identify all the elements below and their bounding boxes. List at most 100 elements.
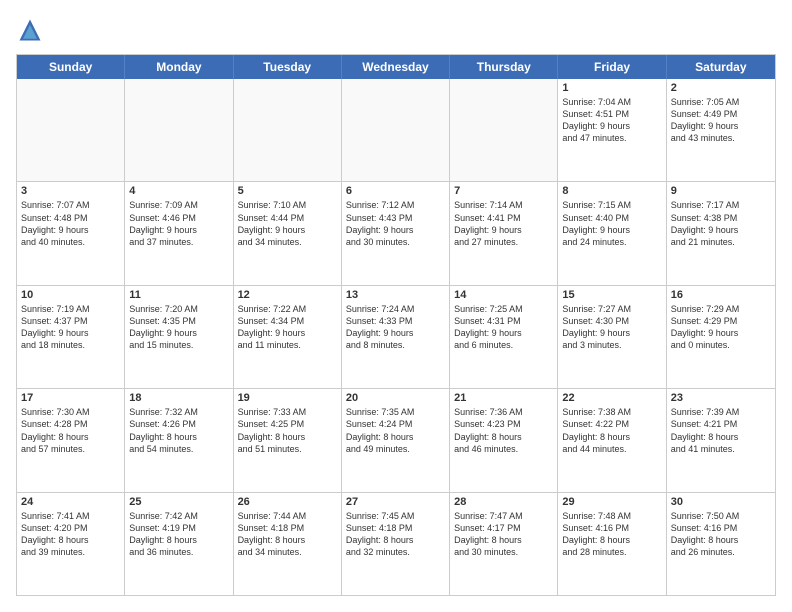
day-cell-13: 13 Sunrise: 7:24 AM Sunset: 4:33 PM Dayli… — [342, 286, 450, 388]
day-details: Sunrise: 7:10 AM Sunset: 4:44 PM Dayligh… — [238, 199, 337, 248]
empty-cell — [234, 79, 342, 181]
day-number: 7 — [454, 185, 553, 197]
day-cell-6: 6Sunrise: 7:12 AM Sunset: 4:43 PM Daylig… — [342, 182, 450, 284]
day-cell-8: 8 Sunrise: 7:15 AM Sunset: 4:40 PM Daylig… — [558, 182, 666, 284]
day-details: Sunrise: 7:09 AM Sunset: 4:46 PM Dayligh… — [129, 199, 228, 248]
day-number: 10 — [21, 289, 120, 301]
day-details: Sunrise: 7:20 AM Sunset: 4:35 PM Dayligh… — [129, 303, 228, 352]
day-cell-7: 7 Sunrise: 7:14 AM Sunset: 4:41 PM Daylig… — [450, 182, 558, 284]
calendar-week-5: 24 Sunrise: 7:41 AM Sunset: 4:20 PM Dayli… — [17, 492, 775, 595]
day-details: Sunrise: 7:04 AM Sunset: 4:51 PM Dayligh… — [562, 96, 661, 145]
day-cell-24: 24 Sunrise: 7:41 AM Sunset: 4:20 PM Dayli… — [17, 493, 125, 595]
day-number: 9 — [671, 185, 771, 197]
header-day-monday: Monday — [125, 55, 233, 79]
header-day-saturday: Saturday — [667, 55, 775, 79]
day-cell-1: 1Sunrise: 7:04 AM Sunset: 4:51 PM Daylig… — [558, 79, 666, 181]
day-cell-14: 14 Sunrise: 7:25 AM Sunset: 4:31 PM Dayli… — [450, 286, 558, 388]
calendar: SundayMondayTuesdayWednesdayThursdayFrid… — [16, 54, 776, 596]
day-cell-28: 28Sunrise: 7:47 AM Sunset: 4:17 PM Dayli… — [450, 493, 558, 595]
day-details: Sunrise: 7:27 AM Sunset: 4:30 PM Dayligh… — [562, 303, 661, 352]
day-number: 18 — [129, 392, 228, 404]
day-cell-27: 27Sunrise: 7:45 AM Sunset: 4:18 PM Dayli… — [342, 493, 450, 595]
day-cell-23: 23Sunrise: 7:39 AM Sunset: 4:21 PM Dayli… — [667, 389, 775, 491]
day-cell-19: 19 Sunrise: 7:33 AM Sunset: 4:25 PM Dayli… — [234, 389, 342, 491]
day-number: 8 — [562, 185, 661, 197]
day-details: Sunrise: 7:38 AM Sunset: 4:22 PM Dayligh… — [562, 406, 661, 455]
header-day-tuesday: Tuesday — [234, 55, 342, 79]
day-cell-15: 15 Sunrise: 7:27 AM Sunset: 4:30 PM Dayli… — [558, 286, 666, 388]
day-number: 2 — [671, 82, 771, 94]
day-cell-30: 30 Sunrise: 7:50 AM Sunset: 4:16 PM Dayli… — [667, 493, 775, 595]
day-cell-29: 29 Sunrise: 7:48 AM Sunset: 4:16 PM Dayli… — [558, 493, 666, 595]
day-details: Sunrise: 7:45 AM Sunset: 4:18 PM Dayligh… — [346, 510, 445, 559]
day-cell-10: 10 Sunrise: 7:19 AM Sunset: 4:37 PM Dayli… — [17, 286, 125, 388]
header-day-wednesday: Wednesday — [342, 55, 450, 79]
day-cell-4: 4 Sunrise: 7:09 AM Sunset: 4:46 PM Daylig… — [125, 182, 233, 284]
day-number: 16 — [671, 289, 771, 301]
day-number: 17 — [21, 392, 120, 404]
day-details: Sunrise: 7:42 AM Sunset: 4:19 PM Dayligh… — [129, 510, 228, 559]
day-details: Sunrise: 7:29 AM Sunset: 4:29 PM Dayligh… — [671, 303, 771, 352]
day-cell-18: 18 Sunrise: 7:32 AM Sunset: 4:26 PM Dayli… — [125, 389, 233, 491]
day-number: 14 — [454, 289, 553, 301]
day-number: 30 — [671, 496, 771, 508]
day-cell-22: 22Sunrise: 7:38 AM Sunset: 4:22 PM Dayli… — [558, 389, 666, 491]
day-details: Sunrise: 7:33 AM Sunset: 4:25 PM Dayligh… — [238, 406, 337, 455]
calendar-week-1: 1Sunrise: 7:04 AM Sunset: 4:51 PM Daylig… — [17, 79, 775, 181]
day-details: Sunrise: 7:30 AM Sunset: 4:28 PM Dayligh… — [21, 406, 120, 455]
day-number: 11 — [129, 289, 228, 301]
day-number: 26 — [238, 496, 337, 508]
day-cell-2: 2 Sunrise: 7:05 AM Sunset: 4:49 PM Daylig… — [667, 79, 775, 181]
day-number: 24 — [21, 496, 120, 508]
day-number: 15 — [562, 289, 661, 301]
day-details: Sunrise: 7:15 AM Sunset: 4:40 PM Dayligh… — [562, 199, 661, 248]
day-details: Sunrise: 7:22 AM Sunset: 4:34 PM Dayligh… — [238, 303, 337, 352]
header-day-thursday: Thursday — [450, 55, 558, 79]
header-day-friday: Friday — [558, 55, 666, 79]
day-number: 4 — [129, 185, 228, 197]
logo — [16, 16, 48, 44]
calendar-week-3: 10 Sunrise: 7:19 AM Sunset: 4:37 PM Dayli… — [17, 285, 775, 388]
day-number: 25 — [129, 496, 228, 508]
day-details: Sunrise: 7:05 AM Sunset: 4:49 PM Dayligh… — [671, 96, 771, 145]
day-number: 13 — [346, 289, 445, 301]
day-details: Sunrise: 7:41 AM Sunset: 4:20 PM Dayligh… — [21, 510, 120, 559]
empty-cell — [17, 79, 125, 181]
day-cell-5: 5 Sunrise: 7:10 AM Sunset: 4:44 PM Daylig… — [234, 182, 342, 284]
day-details: Sunrise: 7:44 AM Sunset: 4:18 PM Dayligh… — [238, 510, 337, 559]
header — [16, 16, 776, 44]
day-cell-21: 21Sunrise: 7:36 AM Sunset: 4:23 PM Dayli… — [450, 389, 558, 491]
empty-cell — [450, 79, 558, 181]
day-details: Sunrise: 7:47 AM Sunset: 4:17 PM Dayligh… — [454, 510, 553, 559]
day-details: Sunrise: 7:19 AM Sunset: 4:37 PM Dayligh… — [21, 303, 120, 352]
calendar-body: 1Sunrise: 7:04 AM Sunset: 4:51 PM Daylig… — [17, 79, 775, 595]
day-cell-12: 12Sunrise: 7:22 AM Sunset: 4:34 PM Dayli… — [234, 286, 342, 388]
day-details: Sunrise: 7:17 AM Sunset: 4:38 PM Dayligh… — [671, 199, 771, 248]
day-number: 5 — [238, 185, 337, 197]
day-details: Sunrise: 7:14 AM Sunset: 4:41 PM Dayligh… — [454, 199, 553, 248]
day-cell-16: 16 Sunrise: 7:29 AM Sunset: 4:29 PM Dayli… — [667, 286, 775, 388]
day-details: Sunrise: 7:07 AM Sunset: 4:48 PM Dayligh… — [21, 199, 120, 248]
day-number: 23 — [671, 392, 771, 404]
day-number: 3 — [21, 185, 120, 197]
day-details: Sunrise: 7:32 AM Sunset: 4:26 PM Dayligh… — [129, 406, 228, 455]
calendar-week-2: 3 Sunrise: 7:07 AM Sunset: 4:48 PM Daylig… — [17, 181, 775, 284]
day-details: Sunrise: 7:24 AM Sunset: 4:33 PM Dayligh… — [346, 303, 445, 352]
empty-cell — [342, 79, 450, 181]
day-cell-9: 9 Sunrise: 7:17 AM Sunset: 4:38 PM Daylig… — [667, 182, 775, 284]
day-cell-11: 11 Sunrise: 7:20 AM Sunset: 4:35 PM Dayli… — [125, 286, 233, 388]
day-details: Sunrise: 7:48 AM Sunset: 4:16 PM Dayligh… — [562, 510, 661, 559]
day-details: Sunrise: 7:25 AM Sunset: 4:31 PM Dayligh… — [454, 303, 553, 352]
day-details: Sunrise: 7:50 AM Sunset: 4:16 PM Dayligh… — [671, 510, 771, 559]
day-details: Sunrise: 7:35 AM Sunset: 4:24 PM Dayligh… — [346, 406, 445, 455]
page: SundayMondayTuesdayWednesdayThursdayFrid… — [0, 0, 792, 612]
day-number: 20 — [346, 392, 445, 404]
day-number: 29 — [562, 496, 661, 508]
day-cell-20: 20 Sunrise: 7:35 AM Sunset: 4:24 PM Dayli… — [342, 389, 450, 491]
day-number: 19 — [238, 392, 337, 404]
day-number: 21 — [454, 392, 553, 404]
logo-icon — [16, 16, 44, 44]
calendar-week-4: 17 Sunrise: 7:30 AM Sunset: 4:28 PM Dayli… — [17, 388, 775, 491]
header-day-sunday: Sunday — [17, 55, 125, 79]
calendar-header: SundayMondayTuesdayWednesdayThursdayFrid… — [17, 55, 775, 79]
